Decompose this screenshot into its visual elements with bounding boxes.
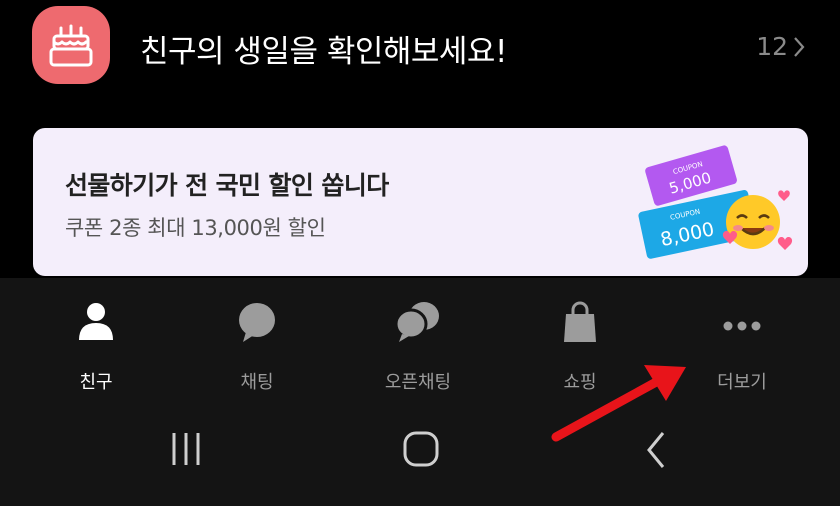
tab-open-chat[interactable]: 오픈채팅 (358, 296, 478, 393)
birthday-cake-icon (32, 6, 110, 84)
birthday-title: 친구의 생일을 확인해보세요! (140, 34, 507, 70)
tab-chats[interactable]: 채팅 (197, 296, 317, 393)
birthday-count: 12 (756, 32, 788, 61)
tab-label: 더보기 (717, 372, 767, 393)
tab-label: 오픈채팅 (384, 372, 452, 393)
smiley-emoji-icon (726, 195, 780, 249)
home-icon[interactable] (402, 430, 440, 468)
tab-label: 채팅 (240, 372, 274, 393)
banner-subtitle: 쿠폰 2종 최대 13,000원 할인 (65, 216, 326, 240)
coupon-illustration: COUPON 5,000 COUPON 8,000 (638, 145, 793, 259)
heart-icon (778, 190, 790, 201)
system-navigation-bar (0, 400, 840, 506)
shopping-bag-icon (564, 301, 596, 342)
recent-apps-icon[interactable] (168, 430, 204, 468)
gift-promo-banner[interactable]: 선물하기가 전 국민 할인 쏩니다 쿠폰 2종 최대 13,000원 할인 CO… (33, 128, 808, 276)
chevron-right-icon (794, 37, 805, 57)
heart-icon (777, 237, 793, 250)
chat-bubble-icon (239, 303, 275, 342)
annotation-arrow-icon (551, 365, 686, 442)
banner-title: 선물하기가 전 국민 할인 쏩니다 (65, 171, 389, 200)
more-dots-icon (723, 321, 761, 331)
tab-more[interactable]: 더보기 (682, 296, 802, 393)
tab-friends[interactable]: 친구 (36, 296, 156, 393)
person-icon (79, 303, 113, 340)
tab-label: 친구 (79, 372, 113, 393)
bottom-tab-bar: 친구 채팅 오픈채팅 쇼핑 더보기 (0, 278, 840, 400)
birthday-row[interactable]: 친구의 생일을 확인해보세요! 12 (0, 0, 840, 100)
open-chat-icon (394, 302, 439, 342)
